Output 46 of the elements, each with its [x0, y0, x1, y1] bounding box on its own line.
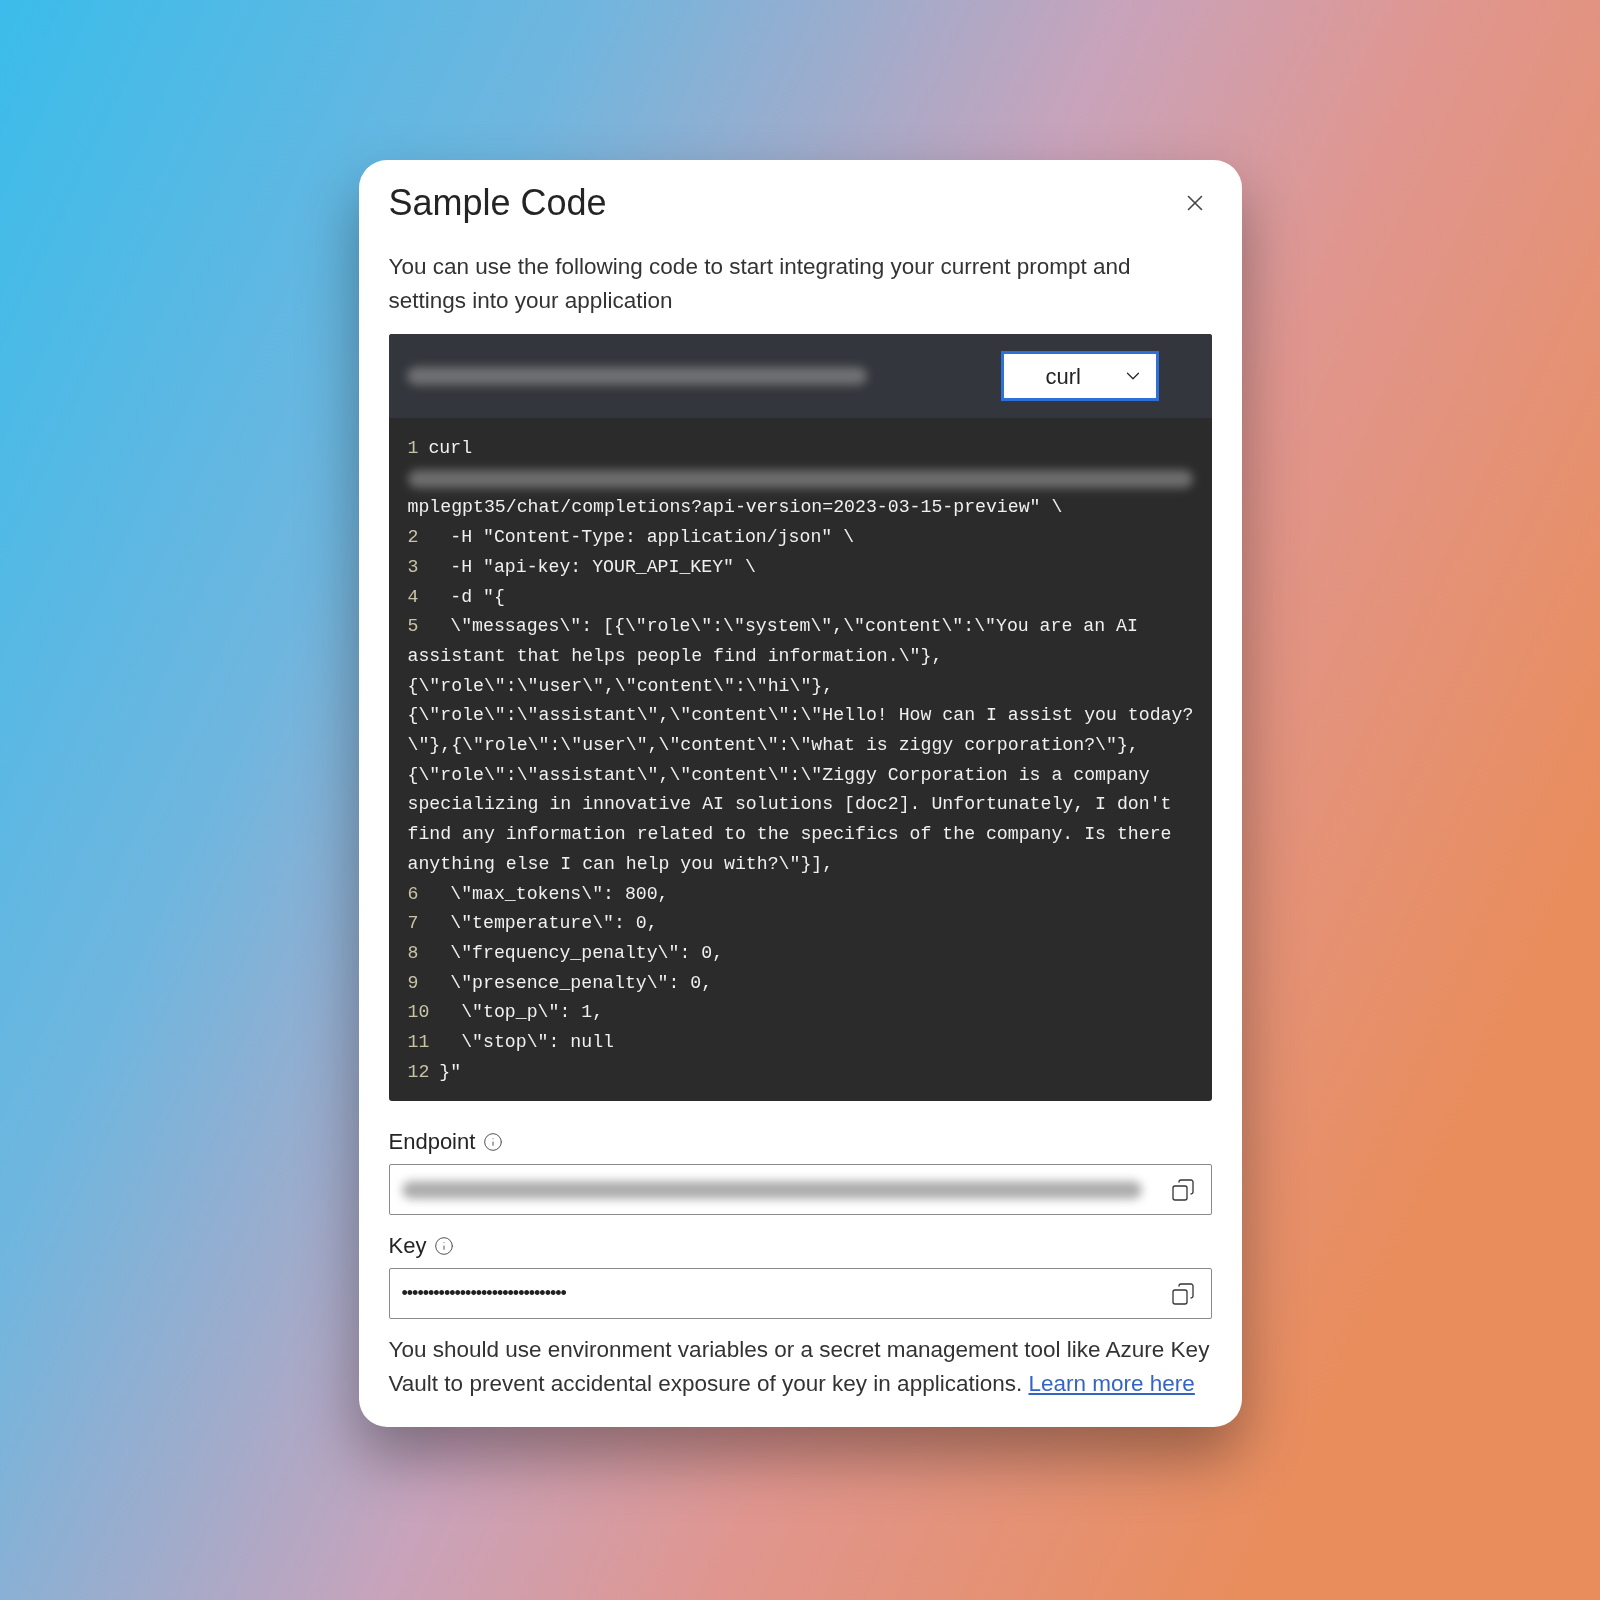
- line-number: 1: [407, 437, 419, 460]
- info-icon[interactable]: [434, 1235, 455, 1256]
- field-label: Key: [388, 1232, 427, 1261]
- code-line: \"messages\": [{\"role\":\"system\",\"content\":\"You are an AI: [449, 615, 1138, 639]
- code-line: mplegpt35/chat/completions?api-version=2023-03-15-preview" \: [407, 496, 1063, 520]
- code-line: -H "Content-Type: application/json" \: [449, 526, 855, 550]
- copy-icon[interactable]: [1170, 1281, 1195, 1306]
- code-line: -d "{: [449, 585, 505, 609]
- code-line: \"presence_penalty\": 0,: [449, 971, 713, 995]
- code-line: curl: [428, 437, 473, 460]
- code-line: \"top_p\": 1,: [460, 1001, 604, 1025]
- code-line: \"},{\"role\":\"user\",\"content\":\"what is ziggy corporation?\"},: [407, 734, 1139, 757]
- line-number: 5: [407, 615, 419, 639]
- code-line: \"stop\": null: [460, 1031, 614, 1055]
- code-line: anything else I can help you with?\"}],: [407, 852, 834, 876]
- input-field[interactable]: [388, 1164, 1212, 1216]
- line-number: 10: [407, 1001, 430, 1025]
- field-label: Endpoint: [388, 1128, 476, 1157]
- line-number: 3: [407, 555, 419, 579]
- language-select[interactable]: curl: [1000, 351, 1159, 401]
- code-line: assistant that helps people find information.\"},: [407, 644, 943, 668]
- code-line: specializing in innovative AI solutions [doc2]. Unfortunately, I don't: [407, 793, 1172, 817]
- code-line: }": [439, 1060, 462, 1084]
- line-number: 8: [407, 941, 419, 965]
- line-number: 2: [407, 526, 419, 550]
- code-line: find any information related to the specifics of the company. Is there: [407, 823, 1172, 847]
- code-line: \"frequency_penalty\": 0,: [449, 941, 724, 965]
- code-line: {\"role\":\"user\",\"content\":\"hi\"},: [407, 674, 834, 698]
- info-icon[interactable]: [483, 1131, 504, 1152]
- line-number: 6: [407, 882, 419, 906]
- dialog-title: Sample Code: [388, 181, 607, 225]
- code-line: \"max_tokens\": 800,: [449, 882, 669, 906]
- footer-text: You should use environment variables or a secret management tool like Azure Key Vault to prevent accidental exposure of your key in applications. Learn more here: [388, 1336, 1211, 1399]
- line-number: 11: [407, 1031, 430, 1055]
- code-line: -H "api-key: YOUR_API_KEY" \: [449, 555, 756, 579]
- copy-icon[interactable]: [1170, 1177, 1195, 1202]
- code-line: \"temperature\": 0,: [449, 912, 658, 936]
- line-number: 9: [407, 971, 419, 995]
- line-number: 12: [407, 1060, 430, 1084]
- line-number: 4: [407, 585, 419, 609]
- dialog-description: You can use the following code to start integrating your current prompt and settings into your application: [388, 253, 1132, 315]
- code-line: {\"role\":\"assistant\",\"content\":\"Ziggy Corporation is a company: [407, 763, 1150, 787]
- code-line: {\"role\":\"assistant\",\"content\":\"Hello! How can I assist you today?: [407, 704, 1194, 728]
- line-number: 7: [407, 912, 419, 936]
- learn-more-link[interactable]: Learn more here: [1028, 1371, 1195, 1397]
- input-field[interactable]: •••••••••••••••••••••••••••••••: [388, 1268, 1212, 1320]
